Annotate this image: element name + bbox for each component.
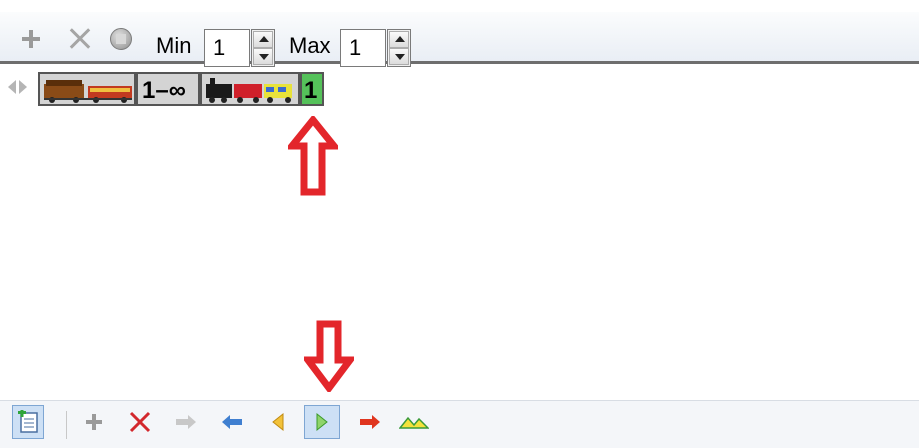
bottom-toolbar [0, 400, 919, 448]
count-range: 1–∞ [142, 77, 186, 104]
min-down-button[interactable] [253, 48, 273, 65]
red-up-arrow [288, 116, 338, 196]
min-up-button[interactable] [253, 31, 273, 48]
min-input[interactable]: 1 [204, 29, 250, 67]
freight-wagons-cell[interactable] [38, 72, 136, 106]
max-input[interactable]: 1 [340, 29, 386, 67]
count-cell-green: 1 [300, 72, 324, 106]
plus-icon[interactable] [18, 26, 44, 52]
count-one: 1 [304, 77, 318, 104]
max-down-button[interactable] [389, 48, 409, 65]
plus-icon[interactable] [78, 405, 110, 439]
max-up-button[interactable] [389, 31, 409, 48]
mountain-icon[interactable] [398, 405, 430, 439]
arrow-left-icon[interactable] [216, 405, 248, 439]
collapse-expand-icon[interactable] [8, 80, 30, 94]
locomotive-train-icon [206, 78, 292, 103]
max-stepper[interactable] [387, 29, 411, 67]
count-cell: 1–∞ [136, 72, 200, 106]
min-label: Min [156, 33, 192, 58]
red-arrow-right-icon[interactable] [354, 405, 386, 439]
toolbar-separator [66, 411, 67, 439]
max-label: Max [289, 33, 331, 58]
close-icon[interactable] [67, 26, 93, 52]
min-stepper[interactable] [251, 29, 275, 67]
locomotive-cell[interactable] [200, 72, 300, 106]
train-row: 1–∞ 1 [0, 72, 919, 108]
red-down-arrow [304, 320, 354, 392]
delete-icon[interactable] [124, 405, 156, 439]
top-toolbar: Min 1 Max 1 [0, 12, 919, 67]
arrow-right-icon[interactable] [170, 405, 202, 439]
play-right-icon[interactable] [304, 405, 340, 439]
play-left-icon[interactable] [262, 405, 294, 439]
add-page-icon[interactable] [12, 405, 44, 439]
freight-wagons-icon [44, 80, 132, 103]
stop-icon[interactable] [108, 26, 134, 52]
